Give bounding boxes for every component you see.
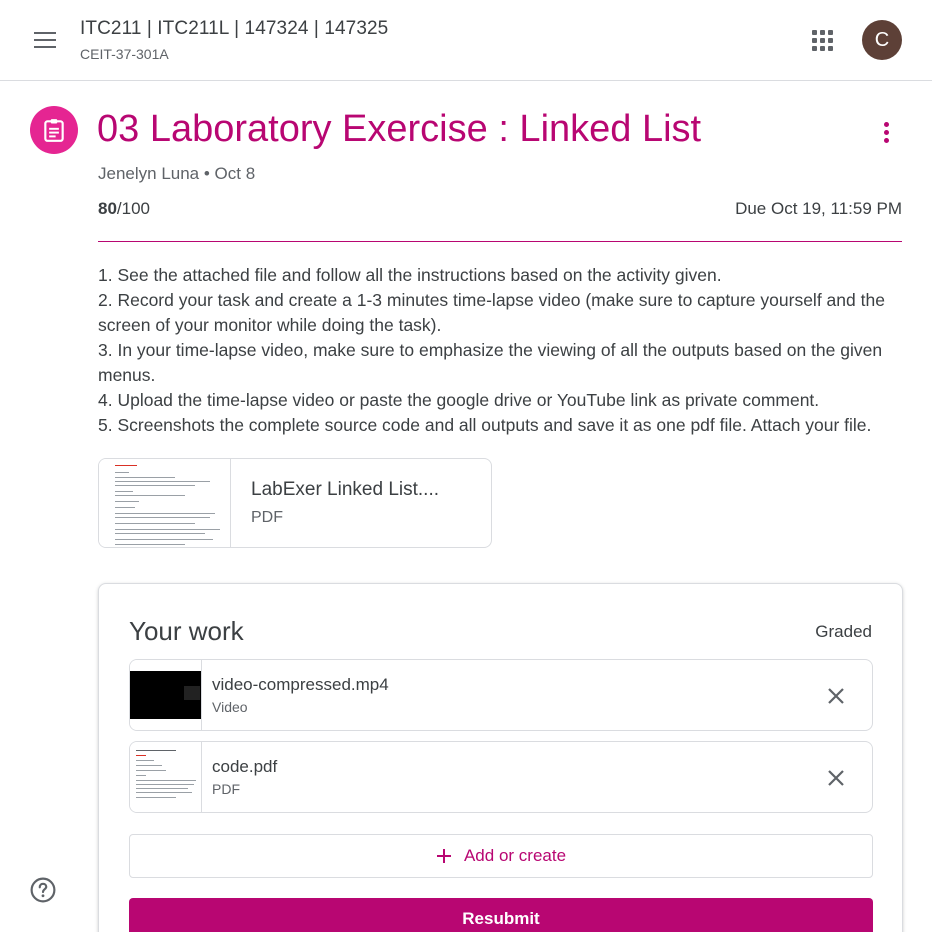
class-title[interactable]: ITC211 | ITC211L | 147324 | 147325 — [80, 18, 388, 40]
attachment-thumbnail — [99, 459, 231, 547]
status-badge: Graded — [815, 622, 872, 641]
attachment-info: LabExer Linked List.... PDF — [231, 459, 459, 547]
assignment-title: 03 Laboratory Exercise : Linked List — [97, 108, 702, 150]
points-total: /100 — [116, 199, 151, 218]
resubmit-button[interactable]: Resubmit — [129, 898, 873, 932]
instruction-line: 1. See the attached file and follow all … — [98, 265, 722, 285]
points-earned: 80 — [98, 199, 117, 218]
menu-icon[interactable] — [25, 22, 65, 58]
points: 80/100 — [98, 199, 150, 219]
avatar[interactable]: C — [862, 20, 902, 60]
file-type: Video — [212, 699, 248, 715]
assignment-meta: Jenelyn Luna • Oct 8 — [98, 164, 256, 183]
divider — [98, 241, 902, 242]
attachment-name: LabExer Linked List.... — [251, 479, 439, 500]
instructions: 1. See the attached file and follow all … — [98, 263, 918, 438]
top-bar: ITC211 | ITC211L | 147324 | 147325 CEIT-… — [0, 0, 932, 81]
file-name: video-compressed.mp4 — [212, 675, 389, 694]
file-type: PDF — [212, 781, 240, 797]
instruction-line: 2. Record your task and create a 1-3 min… — [98, 290, 885, 335]
your-work-title: Your work — [129, 616, 244, 646]
video-thumbnail — [130, 660, 202, 730]
file-info: video-compressed.mp4 Video — [202, 675, 389, 715]
class-section: CEIT-37-301A — [80, 46, 169, 62]
submitted-file[interactable]: video-compressed.mp4 Video — [129, 659, 873, 731]
instruction-line: 4. Upload the time-lapse video or paste … — [98, 390, 820, 410]
add-or-create-label: Add or create — [463, 846, 567, 865]
add-or-create-button[interactable]: Add or create — [129, 834, 873, 878]
close-icon[interactable] — [824, 684, 848, 708]
apps-grid-icon[interactable] — [806, 24, 838, 56]
attachment-card[interactable]: LabExer Linked List.... PDF — [98, 458, 492, 548]
file-info: code.pdf PDF — [202, 757, 277, 797]
your-work-panel: Your work Graded video-compressed.mp4 Vi… — [98, 583, 903, 932]
help-icon[interactable] — [30, 877, 56, 903]
submitted-file[interactable]: code.pdf PDF — [129, 741, 873, 813]
close-icon[interactable] — [824, 766, 848, 790]
more-vert-icon[interactable] — [872, 116, 900, 148]
file-name: code.pdf — [212, 757, 278, 776]
due-date: Due Oct 19, 11:59 PM — [735, 199, 902, 218]
plus-icon — [436, 849, 451, 863]
instruction-line: 3. In your time-lapse video, make sure t… — [98, 340, 883, 385]
instruction-line: 5. Screenshots the complete source code … — [98, 415, 872, 435]
attachment-type: PDF — [251, 509, 283, 526]
pdf-thumbnail — [130, 742, 202, 812]
assignment-icon — [30, 106, 78, 154]
